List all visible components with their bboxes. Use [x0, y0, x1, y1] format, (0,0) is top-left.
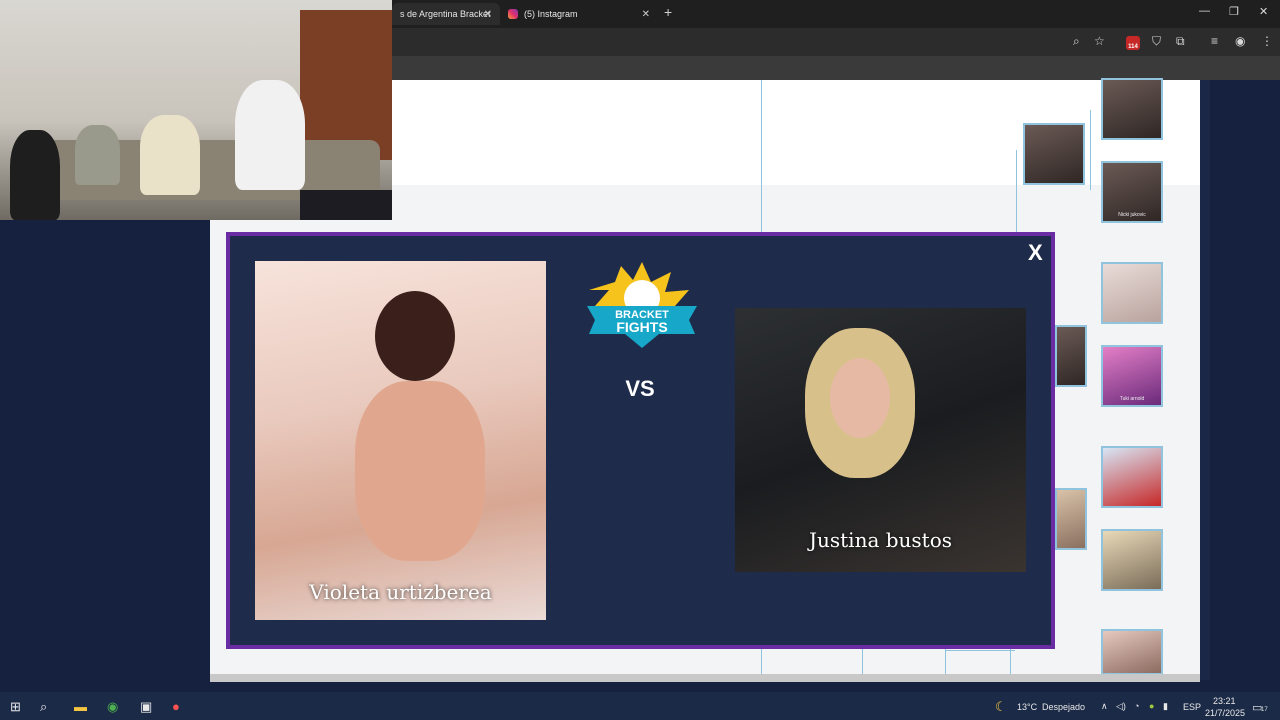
webcam-person [75, 125, 120, 185]
modal-close-button[interactable]: X [1028, 240, 1043, 266]
contestant-name-right: Justina bustos [808, 528, 953, 552]
webcam-keyboard [300, 190, 392, 220]
photo-figure [375, 291, 455, 381]
new-tab-button[interactable]: + [664, 4, 672, 20]
tab-instagram-close-icon[interactable]: ✕ [642, 9, 650, 20]
contestant-thumb[interactable]: Nicki jukovic [1101, 161, 1163, 223]
close-window-button[interactable]: ✕ [1259, 5, 1268, 18]
bracket-line [945, 650, 1015, 651]
page-gutter [1200, 80, 1210, 680]
shield-icon[interactable]: ⛉ [1152, 34, 1161, 49]
start-windows-icon[interactable]: ⊞ [10, 699, 21, 715]
tab-bracket-title: s de Argentina Bracket [400, 9, 491, 19]
instagram-icon [508, 9, 518, 19]
menu-kebab-icon[interactable]: ⋮ [1261, 34, 1273, 48]
thumb-label: Tuki arnold [1119, 396, 1145, 402]
microphone-icon[interactable]: ▮ [1163, 701, 1168, 712]
tab-instagram-title: (5) Instagram [524, 9, 578, 19]
language-indicator[interactable]: ESP [1183, 702, 1201, 712]
contestant-thumb[interactable] [1023, 123, 1085, 185]
clock-time[interactable]: 23:21 [1213, 696, 1236, 706]
tray-app-icon[interactable]: ● [1149, 701, 1154, 711]
contestant-thumb[interactable] [1101, 262, 1163, 324]
contestant-card-right[interactable]: Justina bustos [735, 308, 1026, 572]
contestant-card-left[interactable]: Violeta urtizberea [255, 261, 546, 620]
windows-taskbar [0, 692, 1280, 720]
contestant-thumb[interactable] [1101, 78, 1163, 140]
tab-instagram[interactable]: (5) Instagram ✕ [500, 3, 658, 25]
media-queue-icon[interactable]: ≡ [1211, 34, 1218, 48]
restore-button[interactable]: ❐ [1229, 5, 1239, 18]
photo-figure [830, 358, 890, 438]
webcam-overlay [0, 0, 392, 220]
webcam-person [140, 115, 200, 195]
extension-badge-icon[interactable]: 114 [1126, 36, 1140, 50]
contestant-thumb[interactable] [1101, 629, 1163, 675]
file-explorer-icon[interactable]: ▬ [74, 699, 87, 714]
webcam-person [10, 130, 60, 220]
horizontal-scrollbar[interactable] [210, 674, 1200, 682]
tab-bracket-close-icon[interactable]: ✕ [484, 9, 492, 20]
extensions-puzzle-icon[interactable]: ⧉ [1176, 34, 1185, 49]
contestant-thumb[interactable] [1101, 529, 1163, 591]
contestant-thumb[interactable] [1055, 325, 1087, 387]
chrome-icon[interactable]: ◉ [107, 699, 118, 715]
webcam-door [300, 10, 392, 160]
matchup-modal: X Violeta urtizberea BRACKET FIGHTS VS J… [226, 232, 1055, 649]
webcam-person [235, 80, 305, 190]
tray-chevron-icon[interactable]: ∧ [1101, 701, 1108, 712]
tab-bracket[interactable]: s de Argentina Bracket ✕ [392, 3, 500, 25]
thumb-label: Nicki jukovic [1118, 212, 1146, 218]
profile-icon[interactable]: ◉ [1235, 34, 1245, 48]
weather-desc[interactable]: Despejado [1042, 702, 1085, 712]
store-icon[interactable]: ▣ [140, 699, 152, 715]
clock-date[interactable]: 21/7/2025 [1205, 708, 1245, 718]
bracket-line [1016, 150, 1017, 240]
bracket-fights-logo: BRACKET FIGHTS [587, 262, 697, 348]
contestant-thumb[interactable] [1101, 446, 1163, 508]
minimize-button[interactable]: — [1199, 5, 1210, 17]
network-icon[interactable]: ◔ [1134, 701, 1139, 711]
contestant-thumb[interactable]: Tuki arnold [1101, 345, 1163, 407]
bracket-line [1090, 110, 1091, 190]
vs-label: VS [625, 376, 655, 401]
logo-text-line2: FIGHTS [616, 319, 667, 335]
weather-moon-icon: ☾ [995, 699, 1007, 714]
weather-temp[interactable]: 13°C [1017, 702, 1037, 712]
search-icon[interactable]: ⌕ [40, 699, 47, 715]
volume-icon[interactable]: ◁) [1116, 701, 1126, 712]
bookmark-star-icon[interactable]: ☆ [1094, 34, 1105, 48]
app-icon[interactable]: ● [172, 699, 180, 714]
zoom-icon[interactable]: ⌕ [1073, 34, 1080, 49]
notification-count: 17 [1261, 707, 1268, 713]
contestant-thumb[interactable] [1055, 488, 1087, 550]
photo-figure [355, 381, 485, 561]
contestant-name-left: Violeta urtizberea [309, 580, 492, 604]
